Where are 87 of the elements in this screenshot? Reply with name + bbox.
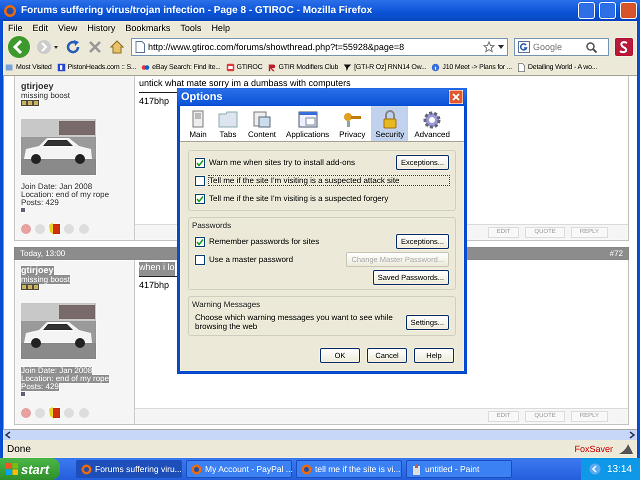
user-location: Location: end of my rope (21, 191, 110, 199)
firefox-icon (3, 4, 17, 18)
minimize-button[interactable] (578, 2, 595, 19)
window-icon (298, 110, 318, 129)
menu-item[interactable]: History (87, 22, 116, 32)
menu-item[interactable]: Edit (32, 22, 48, 32)
firefox-icon (81, 464, 92, 474)
search-icon (586, 42, 597, 52)
r-logo-icon (268, 63, 277, 72)
info-icon (431, 63, 440, 72)
firefox-icon (191, 464, 202, 474)
google-icon (518, 41, 530, 53)
status-icon (21, 208, 25, 212)
status-text: Done (7, 444, 31, 454)
addon-label[interactable]: FoxSaver (574, 444, 613, 454)
post-count: Posts: 429 (21, 383, 59, 391)
taskbar-button[interactable]: untitled - Paint (406, 460, 512, 478)
menu-item[interactable]: File (8, 22, 23, 32)
firefox-icon (301, 464, 312, 474)
scroll-left-icon[interactable] (3, 430, 13, 440)
user-location: Location: end of my rope (21, 375, 110, 383)
user-title: missing boost (21, 91, 70, 100)
logo-icon (343, 63, 352, 72)
post-text: untick what mate sorry im a dumbass with computers (139, 78, 351, 90)
gear-icon (422, 110, 442, 129)
taskbar-button[interactable]: Forums suffering viru... (76, 460, 182, 478)
check-icon (196, 194, 204, 202)
description-text: Choose which warning messages you want to see while browsing the web (195, 313, 394, 331)
post-date: Today, 13:00 (20, 249, 66, 258)
checkbox-label[interactable]: Warn me when sites try to install add-ons (209, 158, 392, 167)
star-icon (483, 41, 495, 53)
addon-icon[interactable] (615, 38, 633, 56)
user-title: missing boost (21, 275, 70, 284)
menu-item[interactable]: Bookmarks (125, 22, 170, 32)
search-field[interactable]: Google (514, 38, 609, 56)
checkbox-label[interactable]: Use a master password (209, 255, 342, 264)
settings-tab[interactable]: Security (371, 106, 408, 141)
back-icon[interactable] (7, 35, 31, 59)
status-icon (21, 392, 25, 396)
windows-logo-icon (6, 463, 18, 475)
rank-icon (21, 284, 39, 290)
checkbox-label[interactable]: Tell me if the site I'm visiting is a suspected forgery (209, 194, 449, 203)
checkbox-label[interactable]: Tell me if the site I'm visiting is a suspected attack site (209, 176, 449, 185)
maximize-button[interactable] (599, 2, 616, 19)
rank-icon (21, 100, 39, 106)
checkbox[interactable] (195, 254, 205, 264)
stop-icon[interactable] (87, 39, 103, 55)
home-icon[interactable] (109, 39, 125, 55)
post-count: Posts: 429 (21, 199, 59, 207)
group-title: Passwords (192, 221, 232, 230)
checkbox[interactable] (195, 194, 205, 204)
flag-icon[interactable] (49, 407, 60, 418)
close-icon[interactable] (449, 90, 463, 104)
window-title: Forums suffering virus/trojan infection - Page 8 - GTIROC - Mozilla Firefox (21, 5, 374, 16)
scroll-right-icon[interactable] (627, 430, 637, 440)
page-icon (516, 63, 526, 72)
check-icon (196, 158, 204, 166)
post-text: when i lo (139, 262, 175, 276)
address-field[interactable]: http://www.gtiroc.com/forums/showthread.php?t=55928&page=8 (131, 38, 508, 56)
menu-item[interactable]: View (58, 22, 78, 32)
checkbox[interactable] (195, 176, 205, 186)
page-icon (135, 41, 145, 53)
flag-icon[interactable] (49, 223, 60, 234)
taskbar-button[interactable]: tell me if the site is vi... (296, 460, 402, 478)
menu-item[interactable]: Tools (180, 22, 202, 32)
reload-icon[interactable] (65, 39, 81, 55)
username[interactable]: gtirjoey (21, 82, 54, 91)
checkbox[interactable] (195, 158, 205, 168)
group-title: Warning Messages (192, 300, 262, 309)
document-icon (252, 110, 272, 129)
p-logo-icon (56, 63, 66, 72)
clock: 13:14 (606, 464, 632, 474)
paint-icon (411, 464, 422, 474)
join-date: Join Date: Jan 2008 (21, 367, 92, 375)
check-icon (196, 238, 204, 246)
square-icon (226, 63, 235, 72)
checkbox[interactable] (195, 236, 205, 246)
taskbar-button[interactable]: My Account - PayPal ... (186, 460, 292, 478)
menu-item[interactable]: Help (211, 22, 230, 32)
checkbox-label[interactable]: Remember passwords for sites (209, 237, 392, 246)
dialog-title: Options (181, 91, 223, 103)
key-icon (342, 110, 362, 129)
close-button[interactable] (620, 2, 637, 19)
circles-icon (141, 63, 150, 72)
join-date: Join Date: Jan 2008 (21, 183, 92, 191)
expand-icon[interactable] (588, 463, 601, 475)
dropdown-icon (498, 45, 504, 49)
